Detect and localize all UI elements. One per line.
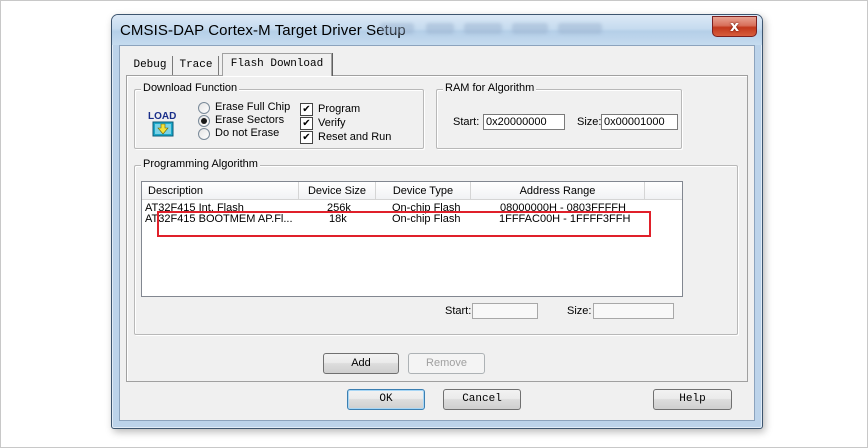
column-header-device-type[interactable]: Device Type <box>376 182 471 200</box>
dialog-client-area: Debug Trace Flash Download Download Func… <box>119 45 755 421</box>
reset-and-run-checkbox[interactable]: ✔ <box>300 131 313 144</box>
load-icon-text: LOAD <box>148 111 176 122</box>
cancel-button[interactable]: Cancel <box>443 389 521 410</box>
tab-panel-flash-download: Download Function LOAD Erase Full Chip E… <box>126 75 748 382</box>
programming-algorithm-group: Programming Algorithm Description Device… <box>134 158 738 335</box>
download-function-group: Download Function LOAD Erase Full Chip E… <box>134 82 424 149</box>
program-checkbox[interactable]: ✔ <box>300 103 313 116</box>
close-icon: x <box>729 18 740 35</box>
remove-button[interactable]: Remove <box>408 353 485 374</box>
row-address-range: 1FFFAC00H - 1FFFF3FFH <box>499 213 631 225</box>
download-function-title: Download Function <box>141 82 240 94</box>
column-header-description[interactable]: Description <box>142 182 299 200</box>
ram-start-input[interactable] <box>483 114 565 130</box>
background-blur <box>512 23 548 34</box>
ram-algorithm-group: RAM for Algorithm Start: Size: <box>436 82 682 149</box>
row-device-type: On-chip Flash <box>392 213 461 225</box>
algorithm-list[interactable]: Description Device Size Device Type Addr… <box>141 181 683 297</box>
algorithm-start-label: Start: <box>445 305 472 317</box>
background-blur <box>426 23 454 34</box>
background-blur <box>464 23 502 34</box>
ram-size-input[interactable] <box>601 114 678 130</box>
row-device-size: 18k <box>329 213 347 225</box>
reset-and-run-label: Reset and Run <box>318 131 392 143</box>
load-icon: LOAD <box>148 111 176 137</box>
verify-checkbox[interactable]: ✔ <box>300 117 313 130</box>
ram-size-label: Size: <box>577 116 602 128</box>
do-not-erase-label: Do not Erase <box>215 127 280 139</box>
algorithm-size-input[interactable] <box>593 303 674 319</box>
programming-algorithm-title: Programming Algorithm <box>141 158 260 170</box>
do-not-erase-radio[interactable] <box>198 128 210 140</box>
erase-full-chip-radio[interactable] <box>198 102 210 114</box>
erase-full-chip-label: Erase Full Chip <box>215 101 291 113</box>
erase-sectors-label: Erase Sectors <box>215 114 285 126</box>
background-blur <box>380 23 414 34</box>
algorithm-start-input[interactable] <box>472 303 538 319</box>
column-header-filler <box>645 182 682 200</box>
algorithm-size-label: Size: <box>567 305 592 317</box>
ok-button[interactable]: OK <box>347 389 425 410</box>
background-blur <box>558 23 602 34</box>
column-header-address-range[interactable]: Address Range <box>471 182 645 200</box>
tab-debug[interactable]: Debug <box>128 56 173 75</box>
tab-flash-download[interactable]: Flash Download <box>222 53 332 76</box>
verify-label: Verify <box>318 117 346 129</box>
title-bar[interactable]: CMSIS-DAP Cortex-M Target Driver Setup x <box>112 15 762 45</box>
close-button[interactable]: x <box>712 16 757 37</box>
help-button[interactable]: Help <box>653 389 732 410</box>
tab-trace[interactable]: Trace <box>174 56 219 75</box>
dialog-window: CMSIS-DAP Cortex-M Target Driver Setup x… <box>111 14 763 429</box>
column-header-device-size[interactable]: Device Size <box>299 182 376 200</box>
ram-algorithm-title: RAM for Algorithm <box>443 82 537 94</box>
add-button[interactable]: Add <box>323 353 399 374</box>
ram-start-label: Start: <box>453 116 480 128</box>
program-label: Program <box>318 103 361 115</box>
window-title: CMSIS-DAP Cortex-M Target Driver Setup <box>120 22 406 39</box>
row-description: AT32F415 BOOTMEM AP.Fl... <box>145 213 293 225</box>
erase-sectors-radio[interactable] <box>198 115 210 127</box>
